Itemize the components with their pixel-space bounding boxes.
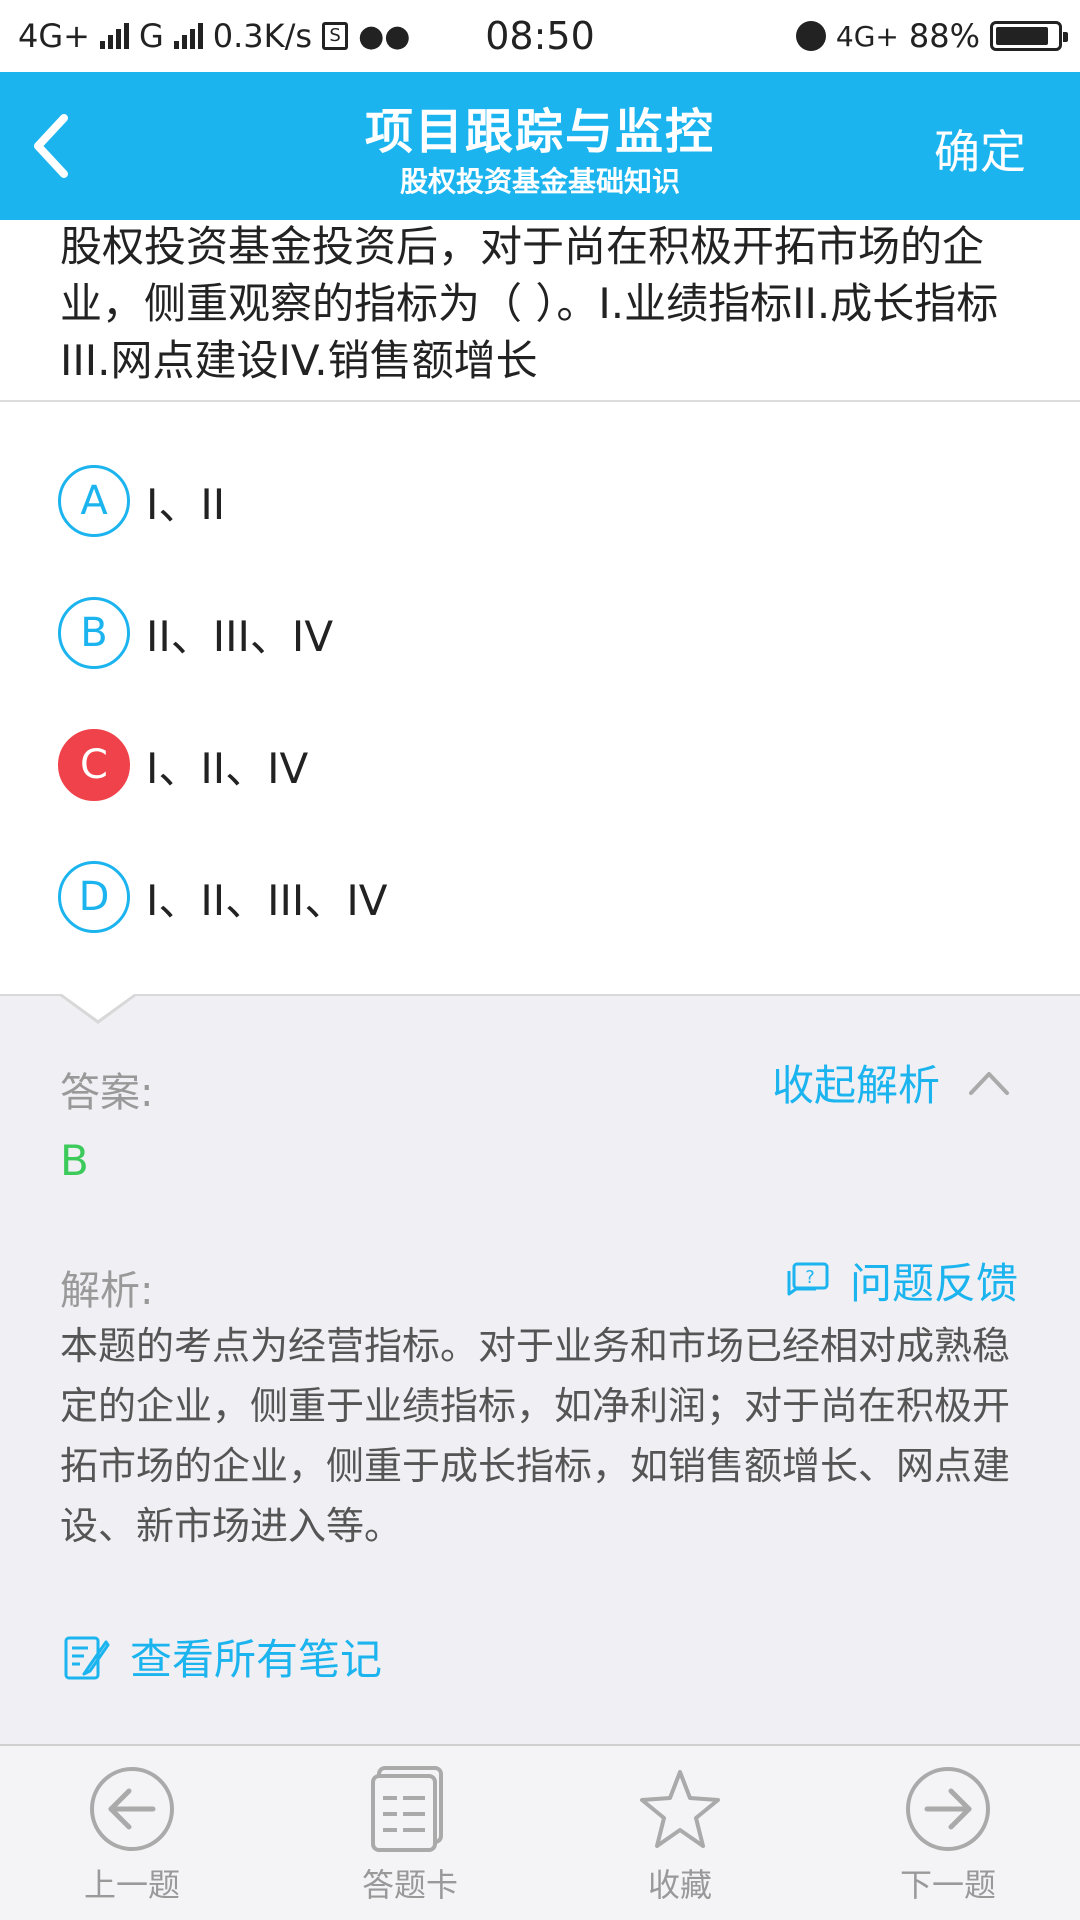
panel-pointer <box>62 994 134 1020</box>
page-title: 项目跟踪与监控 <box>364 104 715 160</box>
bottom-toolbar: 上一题 答题卡 收藏 下一题 <box>0 1744 1080 1920</box>
alarm-icon <box>795 21 826 51</box>
edit-notes-icon <box>64 1636 110 1679</box>
status-bar: 4G+ G 0.3K/s S ●● 08:50 4G+ 88% <box>0 0 1080 72</box>
correct-answer: B <box>60 1136 89 1185</box>
net-speed: 0.3K/s <box>212 17 313 55</box>
network-type-2: G <box>138 17 164 55</box>
option-c[interactable]: C I、II、IV <box>58 728 308 802</box>
tab-label: 答题卡 <box>361 1866 458 1904</box>
title-bar: 项目跟踪与监控 股权投资基金基础知识 确定 <box>0 72 1080 220</box>
page-subtitle: 股权投资基金基础知识 <box>399 165 680 198</box>
tab-label: 收藏 <box>647 1866 712 1904</box>
wechat-icon: ●● <box>358 18 411 54</box>
feedback-label: 问题反馈 <box>849 1259 1018 1308</box>
notes-label: 查看所有笔记 <box>130 1635 383 1684</box>
analysis-panel: 答案: 收起解析 B 解析: ? 问题反馈 本题的考点为经营指标。对于业务和市场… <box>0 994 1080 1744</box>
signal-icon-2 <box>173 23 203 49</box>
svg-text:?: ? <box>805 1267 815 1288</box>
option-d[interactable]: D I、II、III、IV <box>58 860 387 934</box>
favorite-button[interactable]: 收藏 <box>580 1764 780 1906</box>
answer-card-icon <box>371 1766 443 1852</box>
collapse-label: 收起解析 <box>771 1061 940 1110</box>
analysis-label: 解析: <box>60 1268 154 1314</box>
confirm-button[interactable]: 确定 <box>934 116 1026 182</box>
question-text: 股权投资基金投资后，对于尚在积极开拓市场的企业，侧重观察的指标为（ ）。I.业绩… <box>60 222 999 385</box>
star-icon <box>640 1770 720 1848</box>
tab-label: 下一题 <box>899 1866 996 1904</box>
answer-card-button[interactable]: 答题卡 <box>310 1764 510 1906</box>
option-letter: B <box>58 597 130 669</box>
option-a[interactable]: A I、II <box>58 464 225 538</box>
option-letter: D <box>58 861 130 933</box>
battery-icon <box>990 21 1068 51</box>
option-text: I、II <box>146 479 226 529</box>
chevron-up-icon <box>969 1071 1009 1095</box>
next-question-button[interactable]: 下一题 <box>848 1764 1048 1906</box>
collapse-analysis-button[interactable]: 收起解析 <box>772 1052 1010 1113</box>
prev-question-button[interactable]: 上一题 <box>32 1764 232 1906</box>
app-notification-icon: S <box>322 22 349 50</box>
feedback-icon: ? <box>787 1262 829 1295</box>
view-notes-button[interactable]: 查看所有笔记 <box>62 1626 382 1687</box>
option-b[interactable]: B II、III、IV <box>58 596 333 670</box>
network-type-1: 4G+ <box>18 17 90 55</box>
answer-label: 答案: <box>60 1070 154 1116</box>
analysis-text: 本题的考点为经营指标。对于业务和市场已经相对成熟稳定的企业，侧重于业绩指标，如净… <box>60 1324 1011 1548</box>
option-text: I、II、III、IV <box>146 875 388 925</box>
option-text: II、III、IV <box>146 611 334 661</box>
network-type-3: 4G+ <box>835 19 899 53</box>
option-letter: A <box>58 465 130 537</box>
option-text: I、II、IV <box>146 743 309 793</box>
signal-icon <box>99 23 129 49</box>
feedback-button[interactable]: ? 问题反馈 <box>786 1250 1018 1311</box>
arrow-left-circle-icon <box>90 1767 174 1851</box>
divider <box>0 400 1080 402</box>
battery-percent: 88% <box>908 17 980 55</box>
tab-label: 上一题 <box>83 1866 180 1904</box>
option-letter: C <box>58 729 130 801</box>
arrow-right-circle-icon <box>906 1767 990 1851</box>
